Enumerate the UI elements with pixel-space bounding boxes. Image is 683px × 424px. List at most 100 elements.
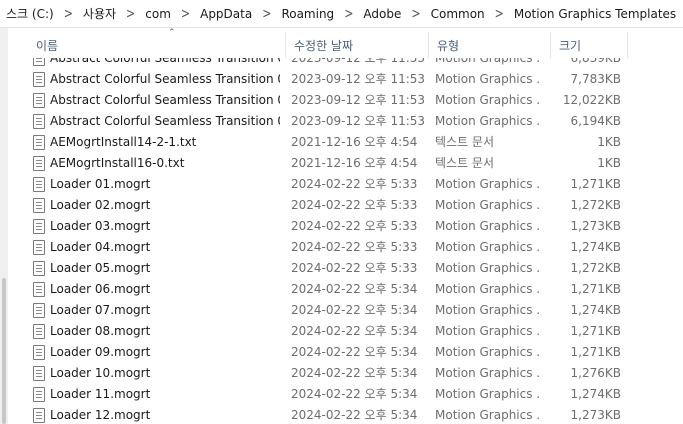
chevron-right-icon[interactable]: > [60, 5, 77, 22]
file-type: Motion Graphics ... [435, 366, 540, 380]
file-date: 2024-02-22 오후 5:34 [291, 324, 418, 338]
table-row[interactable]: Loader 11.mogrt 2024-02-22 오후 5:34 Motio… [8, 384, 683, 405]
file-size: 6,839KB [570, 58, 621, 65]
file-name: Loader 06.mogrt [50, 282, 151, 296]
table-row[interactable]: Abstract Colorful Seamless Transition 0.… [8, 90, 683, 111]
file-name: Abstract Colorful Seamless Transition 0.… [50, 72, 280, 86]
file-date: 2024-02-22 오후 5:34 [291, 408, 418, 422]
file-date: 2021-12-16 오후 4:54 [291, 135, 418, 149]
table-row[interactable]: Loader 05.mogrt 2024-02-22 오후 5:33 Motio… [8, 258, 683, 279]
table-row[interactable]: Loader 09.mogrt 2024-02-22 오후 5:34 Motio… [8, 342, 683, 363]
table-row[interactable]: Loader 10.mogrt 2024-02-22 오후 5:34 Motio… [8, 363, 683, 384]
file-type: Motion Graphics ... [435, 387, 540, 401]
table-row[interactable]: Loader 08.mogrt 2024-02-22 오후 5:34 Motio… [8, 321, 683, 342]
breadcrumb: 스크 (C:) > 사용자 > com > AppData > Roaming … [0, 0, 683, 28]
document-icon [33, 93, 45, 108]
breadcrumb-item-common[interactable]: Common [425, 7, 491, 21]
chevron-right-icon[interactable]: > [177, 5, 194, 22]
left-pane-scrollbar[interactable] [2, 278, 6, 424]
table-row[interactable]: Loader 12.mogrt 2024-02-22 오후 5:34 Motio… [8, 405, 683, 424]
file-size: 1,272KB [570, 261, 621, 275]
file-type: Motion Graphics ... [435, 177, 540, 191]
breadcrumb-item-drive[interactable]: 스크 (C:) [0, 5, 60, 22]
file-size: 1,271KB [570, 282, 621, 296]
file-size: 1,273KB [570, 219, 621, 233]
document-icon [33, 240, 45, 255]
file-name: Loader 02.mogrt [50, 198, 151, 212]
file-type: Motion Graphics ... [435, 219, 540, 233]
file-date: 2024-02-22 오후 5:33 [291, 219, 418, 233]
column-header-size[interactable]: 크기 [551, 32, 628, 58]
table-row[interactable]: Loader 06.mogrt 2024-02-22 오후 5:34 Motio… [8, 279, 683, 300]
file-date: 2024-02-22 오후 5:34 [291, 345, 418, 359]
file-size: 1,271KB [570, 345, 621, 359]
file-size: 1,274KB [570, 240, 621, 254]
chevron-right-icon[interactable]: > [491, 5, 508, 22]
table-row[interactable]: Abstract Colorful Seamless Transition 0.… [8, 69, 683, 90]
document-icon [33, 303, 45, 318]
breadcrumb-item-roaming[interactable]: Roaming [275, 7, 340, 21]
column-header-type-label: 유형 [437, 38, 460, 53]
file-date: 2024-02-22 오후 5:34 [291, 366, 418, 380]
left-pane-edge [0, 28, 8, 424]
file-size: 1KB [597, 135, 621, 149]
file-type: Motion Graphics ... [435, 72, 540, 86]
file-size: 1,271KB [570, 324, 621, 338]
table-row[interactable]: Abstract Colorful Seamless Transition 0.… [8, 58, 683, 69]
table-row[interactable]: Loader 02.mogrt 2024-02-22 오후 5:33 Motio… [8, 195, 683, 216]
column-header-name[interactable]: 이름 ⌃ [28, 28, 286, 58]
chevron-right-icon[interactable]: > [340, 5, 357, 22]
file-date: 2024-02-22 오후 5:34 [291, 303, 418, 317]
column-header-date[interactable]: 수정한 날짜 [286, 32, 429, 58]
breadcrumb-item-users[interactable]: 사용자 [77, 5, 122, 22]
file-date: 2024-02-22 오후 5:33 [291, 261, 418, 275]
file-type: Motion Graphics ... [435, 324, 540, 338]
file-type: Motion Graphics ... [435, 114, 540, 128]
document-icon [33, 156, 45, 171]
document-icon [33, 408, 45, 423]
table-row[interactable]: Loader 03.mogrt 2024-02-22 오후 5:33 Motio… [8, 216, 683, 237]
file-size: 1,274KB [570, 387, 621, 401]
file-name: Abstract Colorful Seamless Transition 0.… [50, 114, 280, 128]
table-row[interactable]: Abstract Colorful Seamless Transition 0.… [8, 111, 683, 132]
table-row[interactable]: Loader 04.mogrt 2024-02-22 오후 5:33 Motio… [8, 237, 683, 258]
file-type: Motion Graphics ... [435, 345, 540, 359]
table-row[interactable]: AEMogrtInstall14-2-1.txt 2021-12-16 오후 4… [8, 132, 683, 153]
chevron-right-icon[interactable]: > [258, 5, 275, 22]
document-icon [33, 219, 45, 234]
document-icon [33, 345, 45, 360]
chevron-right-icon[interactable]: > [122, 5, 139, 22]
file-size: 7,783KB [570, 72, 621, 86]
file-type: Motion Graphics ... [435, 58, 540, 65]
file-size: 1KB [597, 156, 621, 170]
breadcrumb-item-mgt[interactable]: Motion Graphics Templates [508, 7, 682, 21]
table-row[interactable]: Loader 07.mogrt 2024-02-22 오후 5:34 Motio… [8, 300, 683, 321]
file-name: Loader 12.mogrt [50, 408, 151, 422]
table-row[interactable]: AEMogrtInstall16-0.txt 2021-12-16 오후 4:5… [8, 153, 683, 174]
file-date: 2024-02-22 오후 5:33 [291, 240, 418, 254]
document-icon [33, 261, 45, 276]
chevron-right-icon[interactable]: > [407, 5, 424, 22]
document-icon [33, 366, 45, 381]
file-name: Loader 04.mogrt [50, 240, 151, 254]
breadcrumb-item-appdata[interactable]: AppData [194, 7, 258, 21]
document-icon [33, 114, 45, 129]
file-size: 1,271KB [570, 177, 621, 191]
column-header-type[interactable]: 유형 [429, 32, 551, 58]
breadcrumb-item-com[interactable]: com [139, 7, 177, 21]
document-icon [33, 177, 45, 192]
column-header-name-label: 이름 [36, 38, 59, 53]
file-name: Loader 11.mogrt [50, 387, 151, 401]
document-icon [33, 58, 45, 66]
document-icon [33, 324, 45, 339]
table-row[interactable]: Loader 01.mogrt 2024-02-22 오후 5:33 Motio… [8, 174, 683, 195]
file-name: Loader 07.mogrt [50, 303, 151, 317]
file-name: Loader 03.mogrt [50, 219, 151, 233]
breadcrumb-item-adobe[interactable]: Adobe [357, 7, 407, 21]
file-name: Loader 05.mogrt [50, 261, 151, 275]
file-type: Motion Graphics ... [435, 93, 540, 107]
column-header-date-label: 수정한 날짜 [294, 38, 354, 53]
file-name: Loader 09.mogrt [50, 345, 151, 359]
file-name: AEMogrtInstall16-0.txt [50, 156, 185, 170]
file-date: 2023-09-12 오후 11:53 [291, 58, 426, 65]
